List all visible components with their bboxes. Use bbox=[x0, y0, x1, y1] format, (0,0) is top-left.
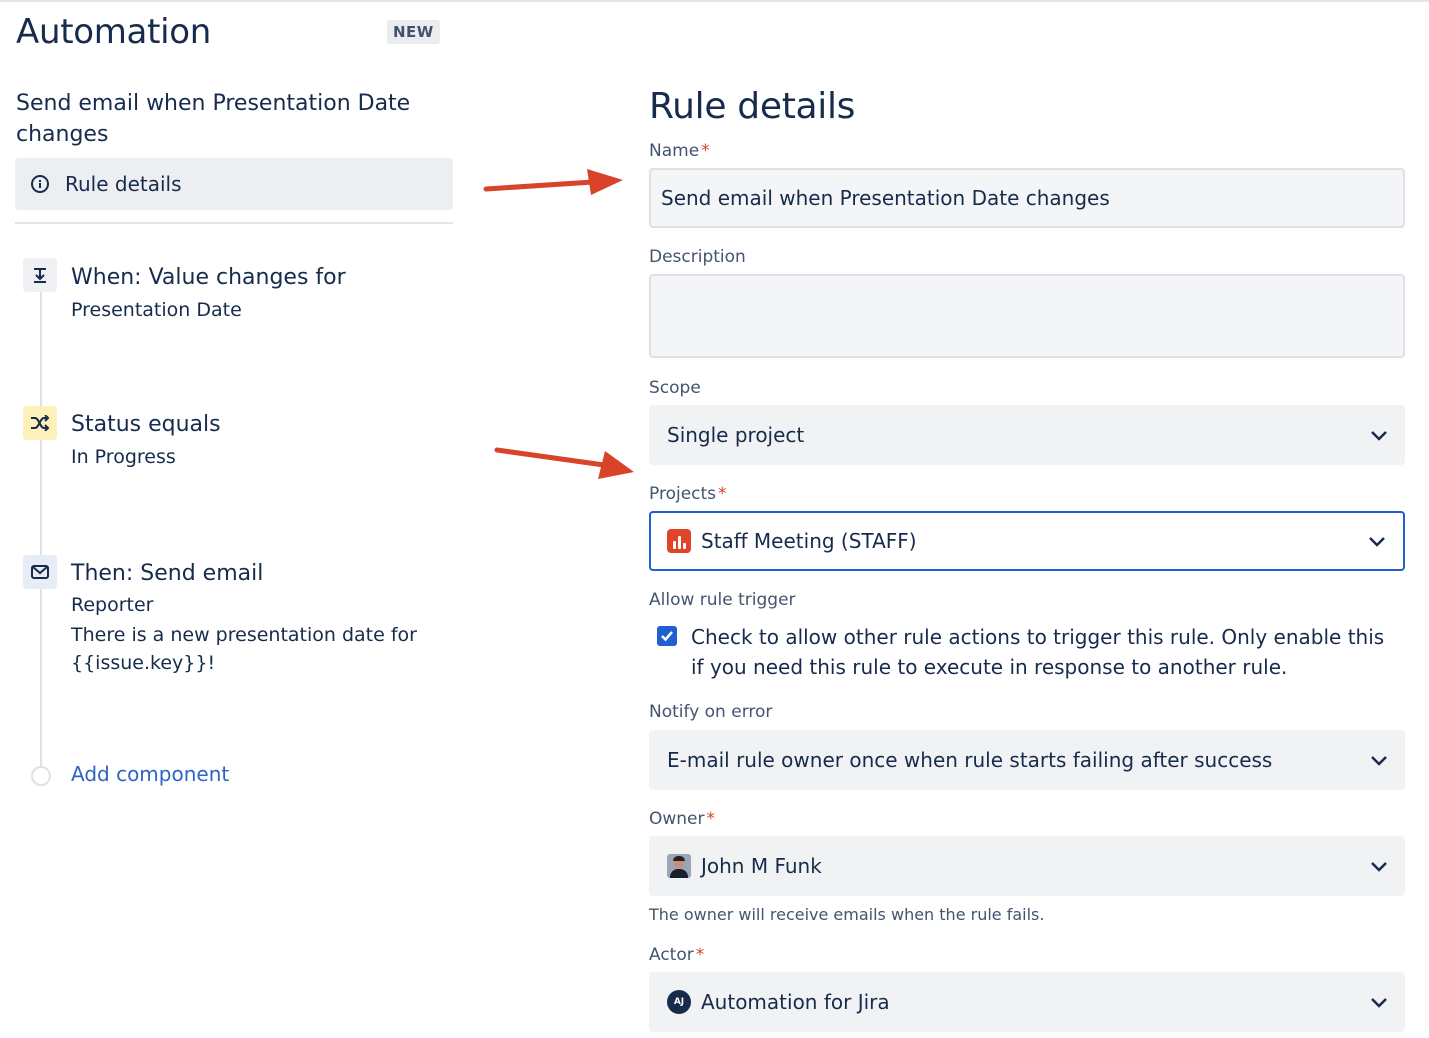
automation-avatar: AJ bbox=[667, 990, 691, 1014]
allow-trigger-text: Check to allow other rule actions to tri… bbox=[691, 625, 1385, 679]
chevron-down-icon bbox=[1371, 756, 1387, 766]
chevron-down-icon bbox=[1371, 862, 1387, 872]
owner-label: Owner * bbox=[649, 809, 716, 829]
add-component-link[interactable]: Add component bbox=[71, 762, 229, 786]
chevron-down-icon bbox=[1371, 998, 1387, 1008]
required-marker: * bbox=[695, 945, 705, 965]
required-marker: * bbox=[718, 484, 727, 504]
page-title: Automation bbox=[16, 12, 212, 52]
step-trigger[interactable]: When: Value changes for Presentation Dat… bbox=[71, 263, 346, 324]
field-change-icon bbox=[23, 258, 57, 292]
step-detail: Presentation Date bbox=[71, 299, 242, 321]
chevron-down-icon bbox=[1369, 537, 1385, 547]
step-detail: In Progress bbox=[71, 446, 176, 468]
shuffle-icon bbox=[23, 406, 57, 440]
owner-select[interactable]: John M Funk bbox=[649, 836, 1405, 896]
avatar bbox=[667, 854, 691, 878]
step-detail: There is a new presentation date for {{i… bbox=[71, 624, 417, 674]
actor-select-value: Automation for Jira bbox=[701, 990, 890, 1014]
step-title: Status equals bbox=[71, 412, 221, 437]
projects-select[interactable]: Staff Meeting (STAFF) bbox=[649, 511, 1405, 571]
step-condition[interactable]: Status equals In Progress bbox=[71, 410, 221, 471]
step-title: When: Value changes for bbox=[71, 265, 346, 290]
allow-trigger-option: Check to allow other rule actions to tri… bbox=[657, 622, 1405, 682]
annotation-arrow-projects bbox=[494, 447, 634, 479]
name-label: Name * bbox=[649, 141, 710, 161]
rule-name-heading: Send email when Presentation Date change… bbox=[16, 91, 411, 147]
flow-connector bbox=[40, 290, 42, 768]
required-marker: * bbox=[706, 809, 716, 829]
annotation-arrow-name bbox=[483, 169, 623, 195]
step-detail: Reporter bbox=[71, 594, 154, 616]
nav-rule-details-label: Rule details bbox=[65, 172, 182, 196]
mail-icon bbox=[23, 555, 57, 589]
scope-select-value: Single project bbox=[667, 423, 805, 447]
name-input[interactable]: Send email when Presentation Date change… bbox=[649, 168, 1405, 228]
notify-label: Notify on error bbox=[649, 702, 773, 722]
step-action[interactable]: Then: Send email Reporter There is a new… bbox=[71, 559, 431, 677]
notify-select-value: E-mail rule owner once when rule starts … bbox=[667, 748, 1273, 772]
actor-label: Actor * bbox=[649, 945, 705, 965]
top-divider bbox=[0, 0, 1429, 2]
notify-select[interactable]: E-mail rule owner once when rule starts … bbox=[649, 730, 1405, 790]
owner-select-value: John M Funk bbox=[701, 854, 822, 878]
checkmark-icon bbox=[661, 631, 673, 642]
description-label: Description bbox=[649, 247, 746, 267]
info-icon bbox=[15, 174, 65, 194]
description-input[interactable] bbox=[649, 274, 1405, 358]
step-title: Then: Send email bbox=[71, 561, 264, 586]
project-icon bbox=[667, 529, 691, 553]
name-input-value: Send email when Presentation Date change… bbox=[661, 186, 1110, 210]
left-divider bbox=[15, 222, 453, 224]
allow-trigger-label: Allow rule trigger bbox=[649, 590, 796, 610]
add-component-dot bbox=[31, 766, 51, 786]
new-badge: NEW bbox=[387, 20, 440, 44]
allow-trigger-checkbox[interactable] bbox=[657, 626, 677, 646]
required-marker: * bbox=[701, 141, 710, 161]
projects-select-value: Staff Meeting (STAFF) bbox=[701, 529, 917, 553]
projects-label: Projects * bbox=[649, 484, 727, 504]
chevron-down-icon bbox=[1371, 431, 1387, 441]
actor-select[interactable]: AJ Automation for Jira bbox=[649, 972, 1405, 1032]
scope-label: Scope bbox=[649, 378, 701, 398]
scope-select[interactable]: Single project bbox=[649, 405, 1405, 465]
section-title: Rule details bbox=[649, 86, 856, 127]
nav-rule-details[interactable]: Rule details bbox=[15, 158, 453, 210]
owner-helper-text: The owner will receive emails when the r… bbox=[649, 905, 1045, 924]
